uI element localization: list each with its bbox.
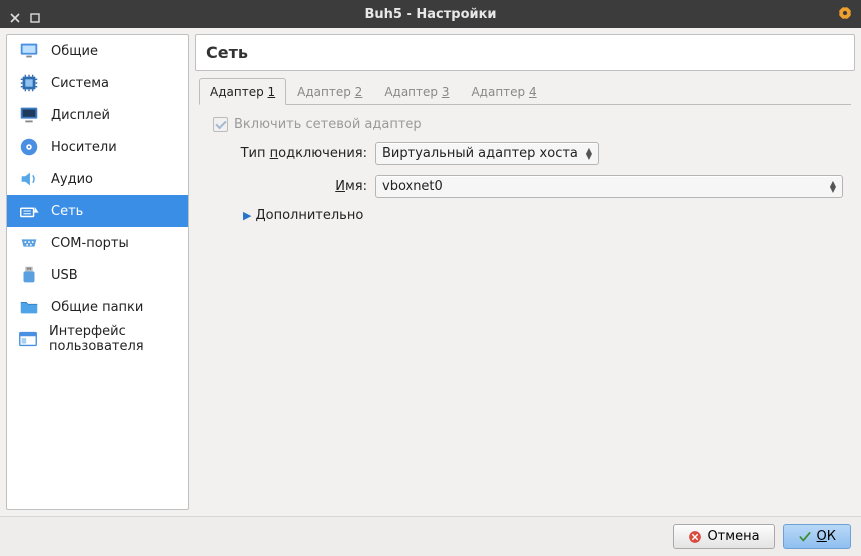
sidebar-item-display[interactable]: Дисплей bbox=[7, 99, 188, 131]
main-panel: Сеть Адаптер 1 Адаптер 2 Адаптер 3 Адапт… bbox=[195, 34, 855, 510]
sidebar-item-general[interactable]: Общие bbox=[7, 35, 188, 67]
panel-title: Сеть bbox=[195, 34, 855, 71]
tab-adapter-4[interactable]: Адаптер 4 bbox=[460, 78, 547, 105]
sidebar-item-serial[interactable]: COM-порты bbox=[7, 227, 188, 259]
advanced-row: ▶ Дополнительно bbox=[243, 208, 843, 223]
sidebar-item-label: USB bbox=[51, 268, 78, 283]
name-value: vboxnet0 bbox=[382, 179, 443, 194]
attachment-combo[interactable]: Виртуальный адаптер хоста ▲▼ bbox=[375, 142, 599, 165]
monitor-icon bbox=[17, 39, 41, 63]
name-label: Имя: bbox=[227, 179, 367, 194]
close-icon[interactable] bbox=[10, 8, 22, 20]
sidebar-item-shared-folders[interactable]: Общие папки bbox=[7, 291, 188, 323]
sidebar-item-system[interactable]: Система bbox=[7, 67, 188, 99]
triangle-right-icon: ▶ bbox=[243, 209, 251, 222]
window-title: Buh5 - Настройки bbox=[0, 7, 861, 22]
content: Общие Система Дисплей Носители Аудио bbox=[0, 28, 861, 516]
maximize-icon[interactable] bbox=[30, 8, 42, 20]
folder-icon bbox=[17, 295, 41, 319]
sidebar-item-usb[interactable]: USB bbox=[7, 259, 188, 291]
enable-adapter-label: Включить сетевой адаптер bbox=[234, 117, 422, 132]
sidebar-item-label: Общие папки bbox=[51, 300, 143, 315]
sidebar-item-label: Носители bbox=[51, 140, 117, 155]
chevron-updown-icon: ▲▼ bbox=[830, 181, 836, 193]
serial-port-icon bbox=[17, 231, 41, 255]
display-icon bbox=[17, 103, 41, 127]
sidebar-item-label: COM-порты bbox=[51, 236, 129, 251]
name-row: Имя: vboxnet0 ▲▼ bbox=[227, 175, 843, 198]
sidebar-item-label: Сеть bbox=[51, 204, 83, 219]
sidebar-item-label: Дисплей bbox=[51, 108, 110, 123]
adapter-tabs: Адаптер 1 Адаптер 2 Адаптер 3 Адаптер 4 bbox=[199, 77, 851, 105]
settings-gear-icon[interactable] bbox=[837, 5, 853, 25]
attachment-label: Тип подключения: bbox=[227, 146, 367, 161]
sidebar-item-storage[interactable]: Носители bbox=[7, 131, 188, 163]
sidebar-item-audio[interactable]: Аудио bbox=[7, 163, 188, 195]
attachment-value: Виртуальный адаптер хоста bbox=[382, 146, 578, 161]
sidebar-item-user-interface[interactable]: Интерфейс пользователя bbox=[7, 323, 188, 355]
enable-adapter-row: Включить сетевой адаптер bbox=[213, 117, 843, 132]
ok-button[interactable]: OК bbox=[783, 524, 851, 549]
tab-adapter-2[interactable]: Адаптер 2 bbox=[286, 78, 373, 105]
tab-adapter-1[interactable]: Адаптер 1 bbox=[199, 78, 286, 105]
cancel-label: Отмена bbox=[707, 529, 759, 544]
category-sidebar: Общие Система Дисплей Носители Аудио bbox=[6, 34, 189, 510]
ok-label: OК bbox=[817, 529, 836, 544]
tab-adapter-3[interactable]: Адаптер 3 bbox=[373, 78, 460, 105]
chevron-updown-icon: ▲▼ bbox=[586, 148, 592, 160]
adapter-form: Включить сетевой адаптер Тип подключения… bbox=[199, 105, 851, 245]
sidebar-item-label: Общие bbox=[51, 44, 98, 59]
enable-adapter-checkbox[interactable] bbox=[213, 117, 228, 132]
ui-icon bbox=[17, 327, 39, 351]
cancel-button[interactable]: Отмена bbox=[673, 524, 774, 549]
attachment-row: Тип подключения: Виртуальный адаптер хос… bbox=[227, 142, 843, 165]
advanced-disclosure[interactable]: ▶ Дополнительно bbox=[243, 208, 363, 223]
titlebar: Buh5 - Настройки bbox=[0, 0, 861, 28]
name-combo[interactable]: vboxnet0 ▲▼ bbox=[375, 175, 843, 198]
cancel-icon bbox=[688, 530, 702, 544]
network-icon bbox=[17, 199, 41, 223]
panel-body: Адаптер 1 Адаптер 2 Адаптер 3 Адаптер 4 … bbox=[195, 77, 855, 510]
chip-icon bbox=[17, 71, 41, 95]
window-controls bbox=[0, 8, 42, 20]
dialog-footer: Отмена OК bbox=[0, 516, 861, 556]
disc-icon bbox=[17, 135, 41, 159]
usb-icon bbox=[17, 263, 41, 287]
speaker-icon bbox=[17, 167, 41, 191]
sidebar-item-label: Аудио bbox=[51, 172, 93, 187]
ok-icon bbox=[798, 530, 812, 544]
sidebar-item-label: Система bbox=[51, 76, 109, 91]
sidebar-item-label: Интерфейс пользователя bbox=[49, 324, 178, 354]
sidebar-item-network[interactable]: Сеть bbox=[7, 195, 188, 227]
